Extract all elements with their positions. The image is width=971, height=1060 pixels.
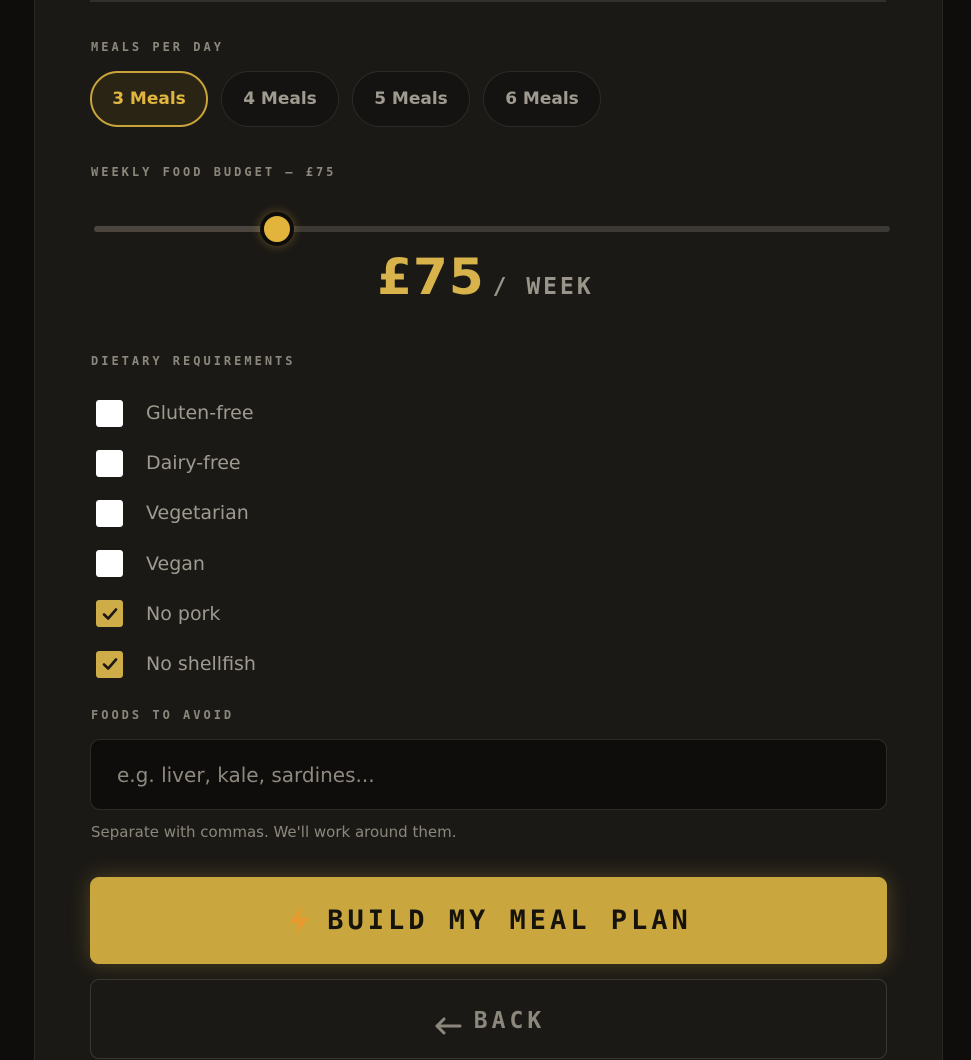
foods-to-avoid-input[interactable] (90, 739, 887, 810)
budget-unit: / WEEK (492, 274, 594, 300)
foods-to-avoid-hint: Separate with commas. We'll work around … (91, 823, 457, 841)
back-label: BACK (473, 1008, 546, 1034)
budget-amount: £75 (377, 248, 485, 306)
vegetarian-checkbox[interactable] (96, 499, 123, 527)
meals-option-3[interactable]: 3 Meals (90, 71, 208, 127)
back-button[interactable]: BACK (90, 979, 887, 1059)
top-divider (90, 0, 886, 2)
meals-option-6[interactable]: 6 Meals (483, 71, 601, 127)
lightning-bolt-icon (285, 906, 313, 936)
diet-option-label: Gluten-free (146, 402, 254, 425)
diet-option-label: Dairy-free (146, 452, 241, 475)
budget-slider-fill (94, 226, 278, 232)
diet-option-label: No shellfish (146, 653, 256, 676)
diet-option-vegan[interactable]: Vegan (96, 539, 256, 589)
diet-option-label: Vegan (146, 552, 205, 575)
diet-option-label: No pork (146, 602, 221, 625)
build-meal-plan-button[interactable]: BUILD MY MEAL PLAN (90, 877, 887, 964)
weekly-budget-label: WEEKLY FOOD BUDGET — £75 (91, 165, 337, 179)
meals-per-day-options: 3 Meals 4 Meals 5 Meals 6 Meals (90, 71, 601, 127)
no-pork-checkbox[interactable] (96, 600, 123, 628)
checkmark-icon (102, 658, 117, 670)
diet-option-no-pork[interactable]: No pork (96, 589, 256, 639)
budget-display: £75 / WEEK (0, 248, 971, 306)
arrow-left-icon (432, 1008, 462, 1036)
diet-option-label: Vegetarian (146, 502, 249, 525)
diet-option-no-shellfish[interactable]: No shellfish (96, 639, 256, 689)
checkmark-icon (102, 608, 117, 620)
diet-option-gluten-free[interactable]: Gluten-free (96, 388, 256, 438)
build-meal-plan-label: BUILD MY MEAL PLAN (327, 905, 692, 936)
diet-option-vegetarian[interactable]: Vegetarian (96, 488, 256, 538)
dietary-options-list: Gluten-free Dairy-free Vegetarian Vegan … (96, 388, 256, 689)
meals-per-day-label: MEALS PER DAY (91, 40, 224, 54)
meals-option-5[interactable]: 5 Meals (352, 71, 470, 127)
diet-option-dairy-free[interactable]: Dairy-free (96, 438, 256, 488)
dairy-free-checkbox[interactable] (96, 449, 123, 477)
meals-option-4[interactable]: 4 Meals (221, 71, 339, 127)
gluten-free-checkbox[interactable] (96, 399, 123, 427)
no-shellfish-checkbox[interactable] (96, 650, 123, 678)
foods-to-avoid-label: FOODS TO AVOID (91, 708, 235, 722)
budget-slider-thumb[interactable] (260, 212, 295, 246)
vegan-checkbox[interactable] (96, 550, 123, 578)
budget-slider-track[interactable] (94, 226, 890, 232)
dietary-requirements-label: DIETARY REQUIREMENTS (91, 354, 296, 368)
